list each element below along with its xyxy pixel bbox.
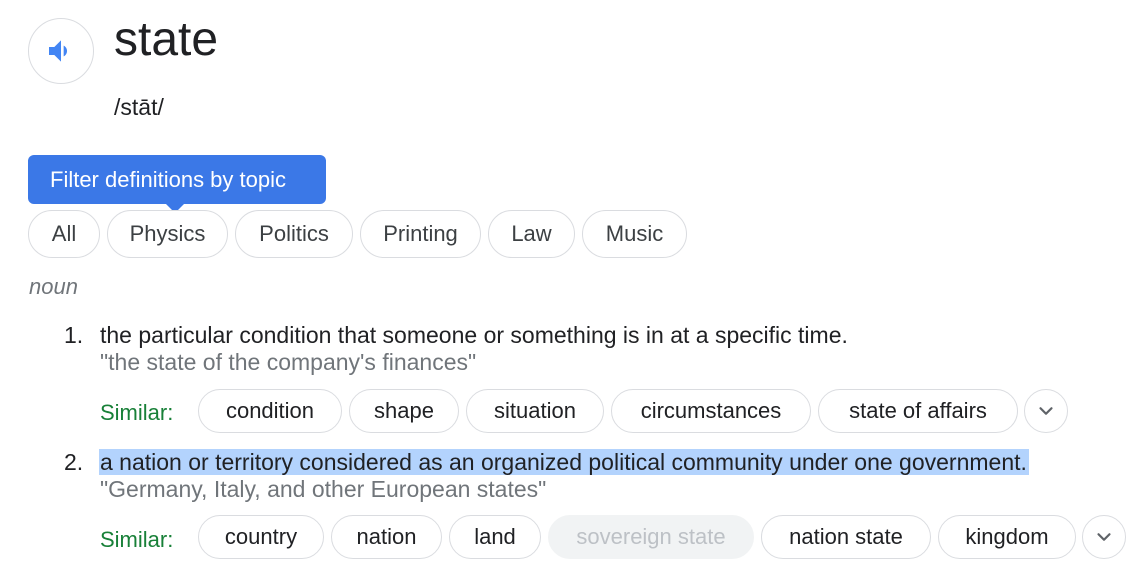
synonym-chip[interactable]: shape	[349, 389, 459, 433]
definition-example: "Germany, Italy, and other European stat…	[100, 476, 547, 502]
definition-text: a nation or territory considered as an o…	[99, 449, 1029, 475]
topic-chip-law[interactable]: Law	[488, 210, 575, 258]
definition-number: 2.	[64, 449, 84, 475]
similar-label: Similar:	[100, 400, 174, 425]
chevron-down-icon	[1097, 533, 1111, 541]
synonym-chip[interactable]: circumstances	[611, 389, 811, 433]
filter-tooltip: Filter definitions by topic	[28, 155, 326, 204]
headword: state	[114, 13, 219, 66]
definition-text: the particular condition that someone or…	[100, 322, 848, 348]
volume-up-icon	[49, 40, 67, 62]
part-of-speech: noun	[29, 274, 78, 299]
chevron-down-icon	[1039, 407, 1053, 415]
definition-number: 1.	[64, 322, 84, 348]
topic-chip-printing[interactable]: Printing	[360, 210, 481, 258]
phonetic-spelling: /stāt/	[114, 94, 164, 120]
synonym-chip[interactable]: country	[198, 515, 324, 559]
topic-chip-politics[interactable]: Politics	[235, 210, 353, 258]
synonym-chip[interactable]: nation state	[761, 515, 931, 559]
topic-chip-music[interactable]: Music	[582, 210, 687, 258]
more-synonyms-button[interactable]	[1024, 389, 1068, 433]
pronounce-button[interactable]	[28, 18, 94, 84]
topic-chip-physics[interactable]: Physics	[107, 210, 228, 258]
synonym-chip[interactable]: nation	[331, 515, 442, 559]
synonym-chip[interactable]: kingdom	[938, 515, 1076, 559]
definition-text-row: a nation or territory considered as an o…	[99, 447, 1029, 477]
synonym-chip[interactable]: condition	[198, 389, 342, 433]
synonym-chip[interactable]: state of affairs	[818, 389, 1018, 433]
dictionary-card: state /stāt/ Filter definitions by topic…	[0, 0, 1146, 570]
similar-label: Similar:	[100, 527, 174, 552]
more-synonyms-button[interactable]	[1082, 515, 1126, 559]
definition-example: "the state of the company's finances"	[100, 349, 477, 375]
synonym-chip[interactable]: situation	[466, 389, 604, 433]
synonym-chip-disabled: sovereign state	[548, 515, 754, 559]
synonym-chip[interactable]: land	[449, 515, 541, 559]
topic-chip-all[interactable]: All	[28, 210, 100, 258]
